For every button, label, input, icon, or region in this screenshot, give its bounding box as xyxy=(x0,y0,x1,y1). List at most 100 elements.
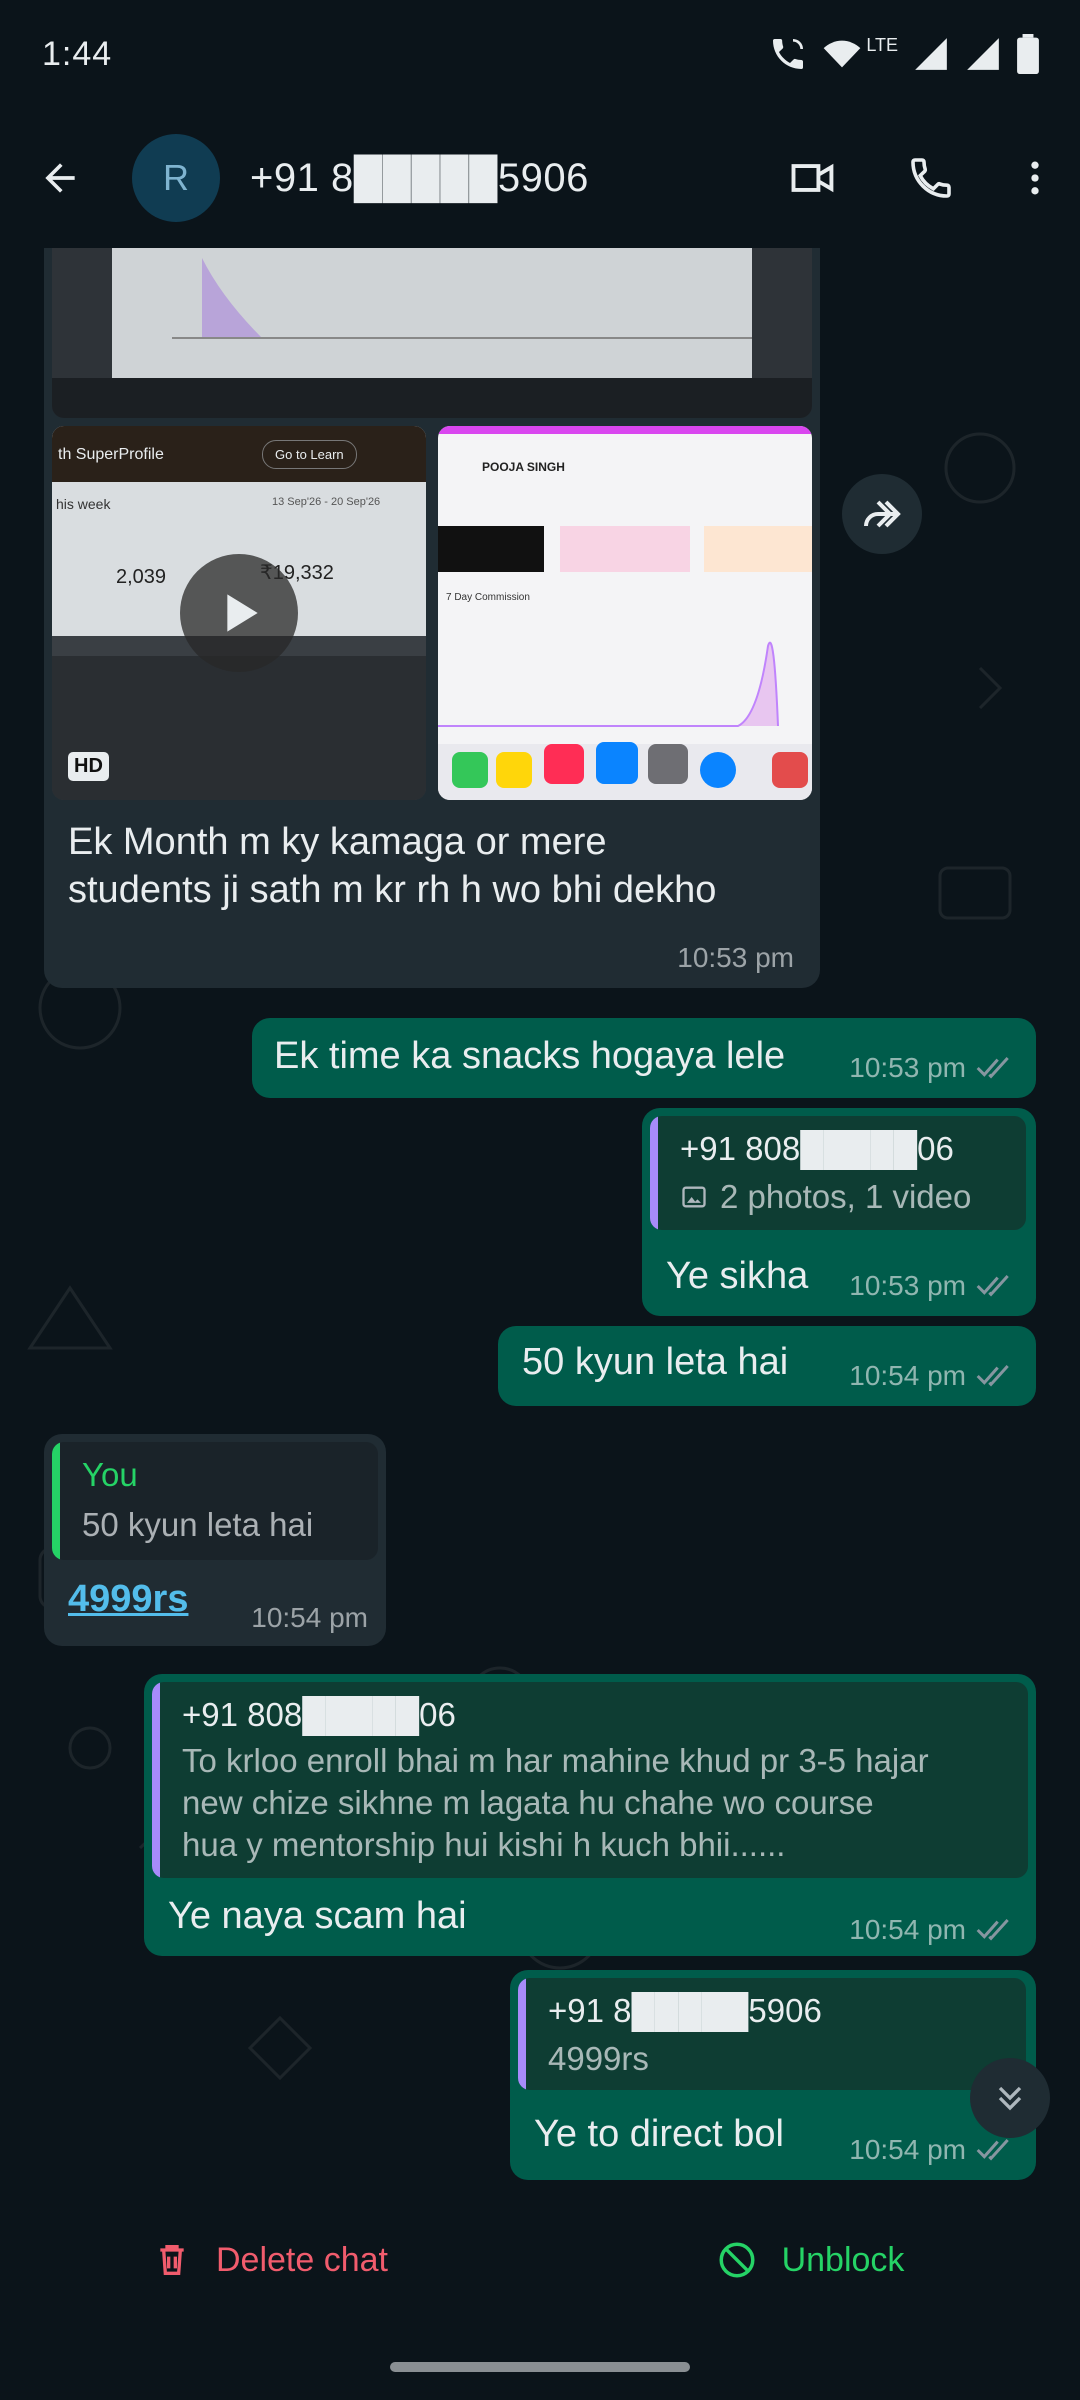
message-time: 10:53 pm xyxy=(677,942,794,973)
message-bubble-outgoing[interactable]: +91 808█████06 To krloo enroll bhai m ha… xyxy=(144,1674,1036,1956)
media-meta: 10:53 pm xyxy=(677,942,794,974)
delete-chat-button[interactable]: Delete chat xyxy=(0,2180,540,2340)
scroll-to-bottom-button[interactable] xyxy=(970,2058,1050,2138)
play-button[interactable] xyxy=(180,554,298,672)
message-meta: 10:54 pm xyxy=(849,2134,1016,2166)
message-time: 10:54 pm xyxy=(849,2134,966,2165)
message-time: 10:53 pm xyxy=(849,1052,966,1083)
message-time: 10:54 pm xyxy=(849,1914,966,1945)
trash-icon xyxy=(160,2245,184,2275)
quote-text: 2 photos, 1 video xyxy=(680,1176,971,1218)
message-time: 10:53 pm xyxy=(849,1270,966,1301)
message-text: 50 kyun leta hai xyxy=(522,1341,789,1383)
quote-text: 50 kyun leta hai xyxy=(82,1506,314,1543)
delete-chat-label: Delete chat xyxy=(216,2240,388,2279)
contact-name[interactable]: +91 8█████5906 xyxy=(250,156,754,201)
thumb-range: 13 Sep'26 - 20 Sep'26 xyxy=(272,496,381,508)
wifi-icon xyxy=(822,34,862,74)
status-time: 1:44 xyxy=(42,34,113,73)
more-options-button[interactable] xyxy=(990,108,1080,248)
media-video-thumbnail[interactable]: th SuperProfile Go to Learn his week 13 … xyxy=(52,426,426,800)
chat-header: R +91 8█████5906 xyxy=(0,108,1080,248)
message-time: 10:54 pm xyxy=(849,1360,966,1391)
message-meta: 10:54 pm xyxy=(251,1602,368,1634)
caption-line-2: students ji sath m kr rh h wo bhi dekho xyxy=(68,869,717,911)
message-meta: 10:54 pm xyxy=(849,1914,1016,1946)
thumb-leads: 2,039 xyxy=(116,566,167,588)
media-image-screenshot[interactable]: POOJA SINGH 7 Day Commission xyxy=(438,426,812,800)
unblock-label: Unblock xyxy=(781,2240,905,2279)
quote-line-1: To krloo enroll bhai m har mahine khud p… xyxy=(182,1742,929,1779)
quote-sender: +91 808█████06 xyxy=(680,1130,954,1167)
quote-text: 4999rs xyxy=(548,2040,649,2077)
avatar[interactable]: R xyxy=(132,134,220,222)
double-check-icon xyxy=(976,2138,1009,2161)
message-meta: 10:53 pm xyxy=(849,1052,1016,1084)
voice-call-button[interactable] xyxy=(872,108,990,248)
block-icon xyxy=(719,2242,755,2278)
blocked-actions-bar: Delete chat Unblock xyxy=(0,2180,1080,2340)
gesture-nav-handle[interactable] xyxy=(390,2362,690,2372)
back-button[interactable] xyxy=(0,108,120,248)
message-bubble-incoming[interactable]: You 50 kyun leta hai 4999rs 10:54 pm xyxy=(44,1434,386,1646)
quote-sender: You xyxy=(82,1456,138,1493)
quote-text-value: 2 photos, 1 video xyxy=(720,1178,972,1215)
message-time: 10:54 pm xyxy=(251,1602,368,1633)
double-check-icon xyxy=(976,1056,1009,1079)
chat-area[interactable]: th SuperProfile Go to Learn his week 13 … xyxy=(0,248,1080,2180)
reply-quote[interactable]: +91 8█████5906 4999rs xyxy=(518,1978,1026,2090)
thumb-go-to-learn: Go to Learn xyxy=(262,440,357,469)
reply-quote[interactable]: +91 808█████06 2 photos, 1 video xyxy=(650,1116,1026,1230)
message-meta: 10:53 pm xyxy=(849,1270,1016,1302)
play-icon xyxy=(227,594,258,632)
caption-line-1: Ek Month m ky kamaga or mere xyxy=(68,821,607,863)
media-album-bubble[interactable]: th SuperProfile Go to Learn his week 13 … xyxy=(44,248,820,988)
phone-icon xyxy=(911,158,951,198)
message-text: Ye sikha xyxy=(666,1255,809,1297)
message-text: Ek time ka snacks hogaya lele xyxy=(274,1035,786,1077)
quote-line-3: hua y mentorship hui kishi h kuch bhii..… xyxy=(182,1826,786,1863)
video-camera-icon xyxy=(791,163,834,193)
message-link[interactable]: 4999rs xyxy=(68,1578,188,1621)
message-bubble-outgoing[interactable]: 50 kyun leta hai 10:54 pm xyxy=(498,1326,1036,1406)
more-vert-icon xyxy=(1031,161,1039,195)
message-text: Ye naya scam hai xyxy=(168,1895,467,1937)
signal-icon-2 xyxy=(964,35,1002,73)
forward-button[interactable] xyxy=(842,474,922,554)
thumb2-sub: 7 Day Commission xyxy=(446,592,530,603)
double-check-icon xyxy=(976,1274,1009,1297)
image-icon xyxy=(682,1186,706,1208)
reply-quote[interactable]: +91 808█████06 To krloo enroll bhai m ha… xyxy=(152,1682,1028,1878)
reply-quote[interactable]: You 50 kyun leta hai xyxy=(52,1442,378,1560)
message-bubble-outgoing[interactable]: Ek time ka snacks hogaya lele 10:53 pm xyxy=(252,1018,1036,1098)
double-check-icon xyxy=(976,1918,1009,1941)
quote-sender: +91 8█████5906 xyxy=(548,1992,822,2029)
lte-label: LTE xyxy=(866,34,898,55)
media-caption: Ek Month m ky kamaga or mere students ji… xyxy=(68,818,808,914)
status-bar: 1:44 LTE xyxy=(0,0,1080,108)
quote-sender: +91 808█████06 xyxy=(182,1696,456,1733)
message-text: Ye to direct bol xyxy=(534,2113,784,2155)
arrow-back-icon xyxy=(45,163,75,193)
quote-line-2: new chize sikhne m lagata hu chahe wo co… xyxy=(182,1784,874,1821)
battery-icon xyxy=(1016,34,1040,74)
status-icons: LTE xyxy=(768,34,1040,74)
thumb2-name: POOJA SINGH xyxy=(482,460,565,474)
unblock-button[interactable]: Unblock xyxy=(540,2180,1080,2340)
message-bubble-outgoing[interactable]: +91 808█████06 2 photos, 1 video Ye sikh… xyxy=(642,1108,1036,1316)
thumb-week: his week xyxy=(56,496,111,512)
signal-icon xyxy=(912,35,950,73)
quote-text: To krloo enroll bhai m har mahine khud p… xyxy=(182,1740,929,1866)
hd-badge: HD xyxy=(68,752,109,781)
forward-icon xyxy=(864,500,901,528)
media-image-top[interactable] xyxy=(52,248,812,418)
video-call-button[interactable] xyxy=(754,108,872,248)
wifi-calling-icon xyxy=(768,34,808,74)
double-chevron-down-icon xyxy=(998,2086,1022,2111)
message-bubble-outgoing[interactable]: +91 8█████5906 4999rs Ye to direct bol 1… xyxy=(510,1970,1036,2180)
thumb-title: th SuperProfile xyxy=(58,446,164,463)
thumb2-curve xyxy=(438,641,779,727)
double-check-icon xyxy=(976,1364,1009,1387)
message-meta: 10:54 pm xyxy=(849,1360,1016,1392)
chart-preview-icon xyxy=(172,258,752,339)
